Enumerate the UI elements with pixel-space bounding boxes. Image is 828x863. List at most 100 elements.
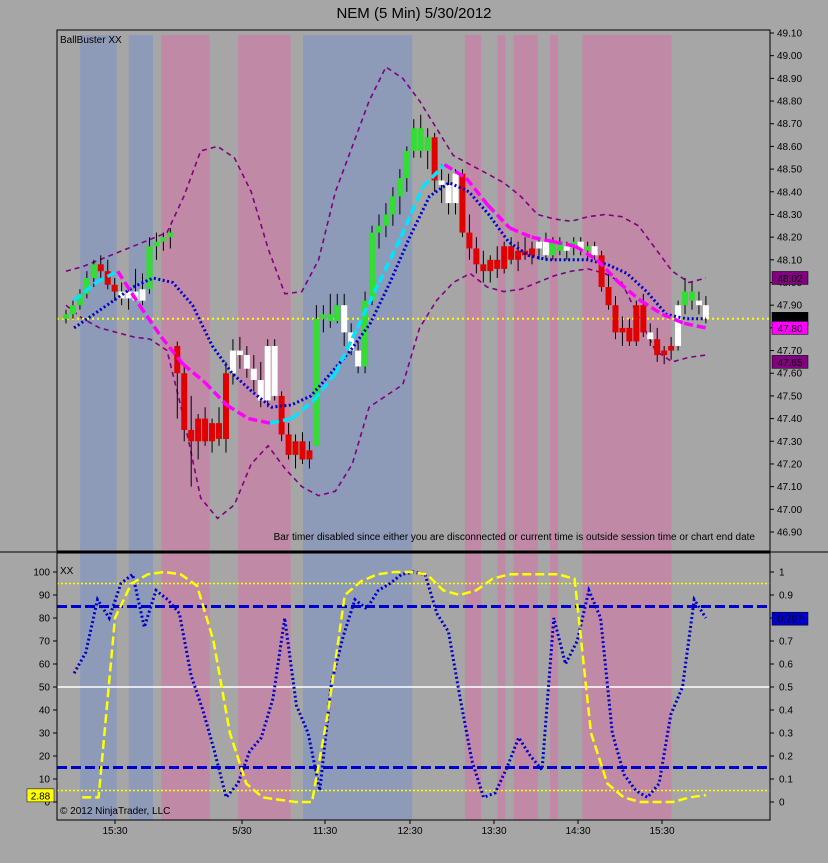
copyright-text: © 2012 NinjaTrader, LLC (60, 806, 170, 817)
candle-body (403, 150, 410, 179)
candle-body (675, 305, 682, 347)
candle-body (494, 259, 501, 269)
y-tick-label: 48.80 (777, 97, 802, 108)
left-tick-label: 80 (39, 614, 51, 625)
candle-body (473, 248, 480, 265)
candle-body (243, 355, 250, 369)
candle-body (640, 305, 647, 333)
right-tick-label: 0.7 (779, 637, 793, 648)
candle-body (445, 184, 452, 204)
candle-body (389, 196, 396, 215)
candle-body (202, 418, 209, 442)
candle-body (264, 346, 271, 401)
indicator-label-xx: XX (60, 566, 74, 577)
session-bands (80, 35, 672, 820)
candle-body (459, 173, 466, 233)
candle-body (612, 305, 619, 333)
candle-body (668, 346, 675, 351)
candle-body (487, 259, 494, 272)
price-tag: 47.80 (771, 321, 809, 335)
candle-body (334, 305, 341, 322)
x-tick-label: 15:30 (102, 826, 127, 837)
bar-timer-note: Bar timer disabled since either you are … (274, 532, 756, 543)
candle-body (438, 180, 445, 185)
candle-body (661, 350, 668, 356)
y-tick-label: 48.60 (777, 142, 802, 153)
right-tick-label: 1 (779, 568, 785, 579)
right-tick-label: 0.5 (779, 683, 793, 694)
candle-body (285, 434, 292, 455)
candle-body (167, 232, 174, 238)
osc-value-tag-label: 2.88 (31, 791, 51, 802)
right-tick-label: 0.9 (779, 591, 793, 602)
y-tick-label: 47.90 (777, 301, 802, 312)
y-tick-label: 47.00 (777, 505, 802, 516)
session-band (128, 35, 154, 820)
x-tick-label: 11:30 (313, 826, 338, 837)
y-tick-label: 49.00 (777, 51, 802, 62)
right-tick-label: 0.2 (779, 752, 793, 763)
y-tick-label: 47.30 (777, 437, 802, 448)
right-tick-label: 0 (779, 798, 785, 809)
left-tick-label: 50 (39, 683, 51, 694)
candle-body (216, 423, 223, 440)
candle-body (619, 327, 626, 333)
candle-body (480, 264, 487, 272)
session-band (464, 35, 482, 820)
y-tick-label: 48.10 (777, 255, 802, 266)
right-tick-label: 0.4 (779, 706, 793, 717)
candle-body (626, 327, 633, 342)
candle-body (584, 246, 591, 251)
candle-body (355, 350, 362, 367)
left-tick-label: 20 (39, 752, 51, 763)
candle-body (188, 429, 195, 442)
candle-body (257, 380, 264, 401)
candle-body (695, 300, 702, 306)
session-band (497, 35, 506, 820)
candle-body (313, 318, 320, 446)
left-tick-label: 70 (39, 637, 51, 648)
candle-body (341, 305, 348, 333)
candle-body (396, 178, 403, 197)
candle-body (452, 173, 459, 204)
candle-body (250, 368, 257, 381)
price-tag: 48.02 (771, 271, 809, 285)
candle-body (209, 423, 216, 442)
session-band (513, 35, 538, 820)
osc-value-tag: 0.797 (771, 611, 809, 626)
candle-body (63, 314, 69, 319)
y-tick-label: 47.20 (777, 459, 802, 470)
candle-body (111, 284, 118, 292)
candle-body (563, 246, 570, 251)
left-tick-label: 40 (39, 706, 51, 717)
right-tick-label: 0.1 (779, 775, 793, 786)
candle-body (515, 250, 522, 260)
indicator-label-ballbuster: BallBuster XX (60, 35, 122, 46)
price-tag: 47.65 (771, 355, 809, 369)
chart-canvas[interactable]: 49.10 49.00 48.90 48.80 48.70 48.60 48.50 48.40… (0, 0, 828, 863)
candle-body (688, 291, 695, 301)
right-tick-label: 0.3 (779, 729, 793, 740)
left-tick-label: 90 (39, 591, 51, 602)
candle-body (647, 332, 654, 340)
candle-body (591, 246, 598, 256)
left-tick-label: 10 (39, 775, 51, 786)
x-tick-label: 13:30 (481, 826, 506, 837)
candle-body (153, 241, 160, 247)
candle-body (424, 137, 431, 151)
x-tick-label: 15:30 (649, 826, 674, 837)
candle-body (104, 271, 111, 285)
candle-body (682, 291, 689, 306)
session-band (582, 35, 672, 820)
candle-body (229, 350, 236, 374)
candle-body (278, 395, 285, 435)
candle-body (633, 305, 640, 342)
candle-body (535, 241, 542, 249)
left-tick-label: 100 (33, 568, 50, 579)
candle-body (292, 441, 299, 455)
y-tick-label: 47.50 (777, 391, 802, 402)
price-tag-label: 48.02 (777, 274, 802, 285)
candle-body (410, 128, 417, 151)
left-tick-label: 30 (39, 729, 51, 740)
candle-body (417, 128, 424, 151)
